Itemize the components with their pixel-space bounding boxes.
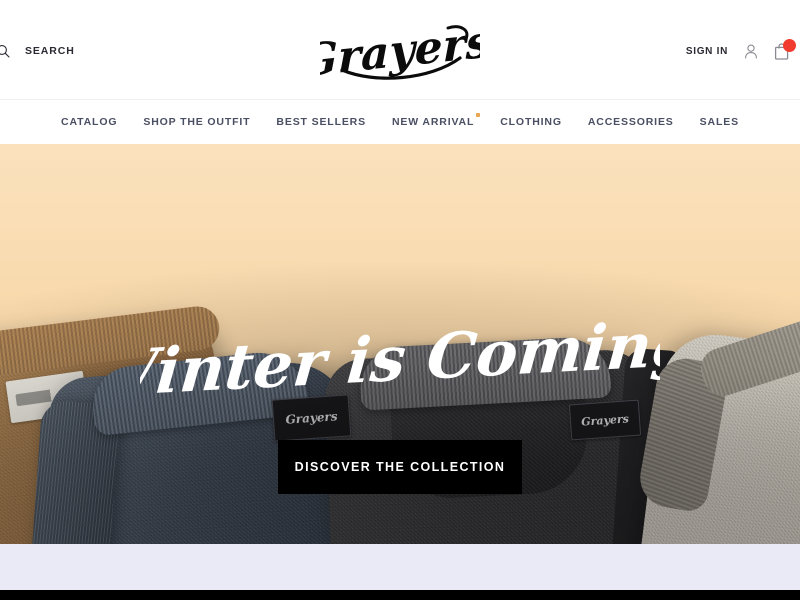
search-trigger[interactable]: SEARCH [0, 44, 75, 58]
site-header: SEARCH Grayers SIGN IN [0, 0, 800, 100]
new-arrival-badge-dot [476, 113, 481, 117]
sign-in-link[interactable]: SIGN IN [686, 46, 728, 57]
hero-content: Winter is Coming DISCOVER THE COLLECTION [0, 144, 800, 544]
search-label: SEARCH [25, 45, 75, 57]
hero-headline: Winter is Coming [140, 307, 660, 412]
nav-item-best-sellers[interactable]: BEST SELLERS [276, 116, 366, 128]
nav-item-label: ACCESSORIES [587, 116, 674, 128]
svg-text:Grayers: Grayers [320, 16, 480, 86]
nav-item-shop-the-outfit[interactable]: SHOP THE OUTFIT [143, 116, 250, 128]
discover-the-collection-button[interactable]: DISCOVER THE COLLECTION [278, 440, 522, 494]
cart-count-badge [783, 39, 796, 52]
site-logo[interactable]: Grayers [0, 14, 800, 86]
hero-banner: Grayers Grayers Winter is Coming DISCOVE… [0, 144, 800, 544]
nav-item-label: SHOP THE OUTFIT [143, 116, 251, 128]
nav-item-new-arrival[interactable]: NEW ARRIVAL [391, 113, 481, 128]
nav-item-catalog[interactable]: CATALOG [61, 116, 117, 128]
nav-item-label: NEW ARRIVAL [391, 116, 475, 128]
grayers-logo-mark: Grayers [320, 16, 480, 86]
nav-item-label: CLOTHING [500, 116, 562, 128]
nav-item-label: CATALOG [61, 116, 118, 128]
cart-button[interactable] [774, 39, 796, 60]
nav-item-clothing[interactable]: CLOTHING [500, 116, 562, 128]
below-hero-band [0, 544, 800, 590]
svg-text:Winter is Coming: Winter is Coming [140, 307, 660, 412]
page-bottom-bar [0, 590, 800, 600]
nav-item-label: SALES [699, 116, 739, 128]
nav-item-label: BEST SELLERS [276, 116, 366, 128]
hero-cta-label: DISCOVER THE COLLECTION [294, 460, 506, 474]
user-icon[interactable] [744, 44, 758, 59]
search-icon[interactable] [0, 44, 10, 58]
header-actions: SIGN IN [686, 39, 796, 60]
nav-item-sales[interactable]: SALES [700, 116, 739, 128]
nav-item-accessories[interactable]: ACCESSORIES [588, 116, 674, 128]
main-navigation: CATALOG SHOP THE OUTFIT BEST SELLERS NEW… [0, 100, 800, 144]
